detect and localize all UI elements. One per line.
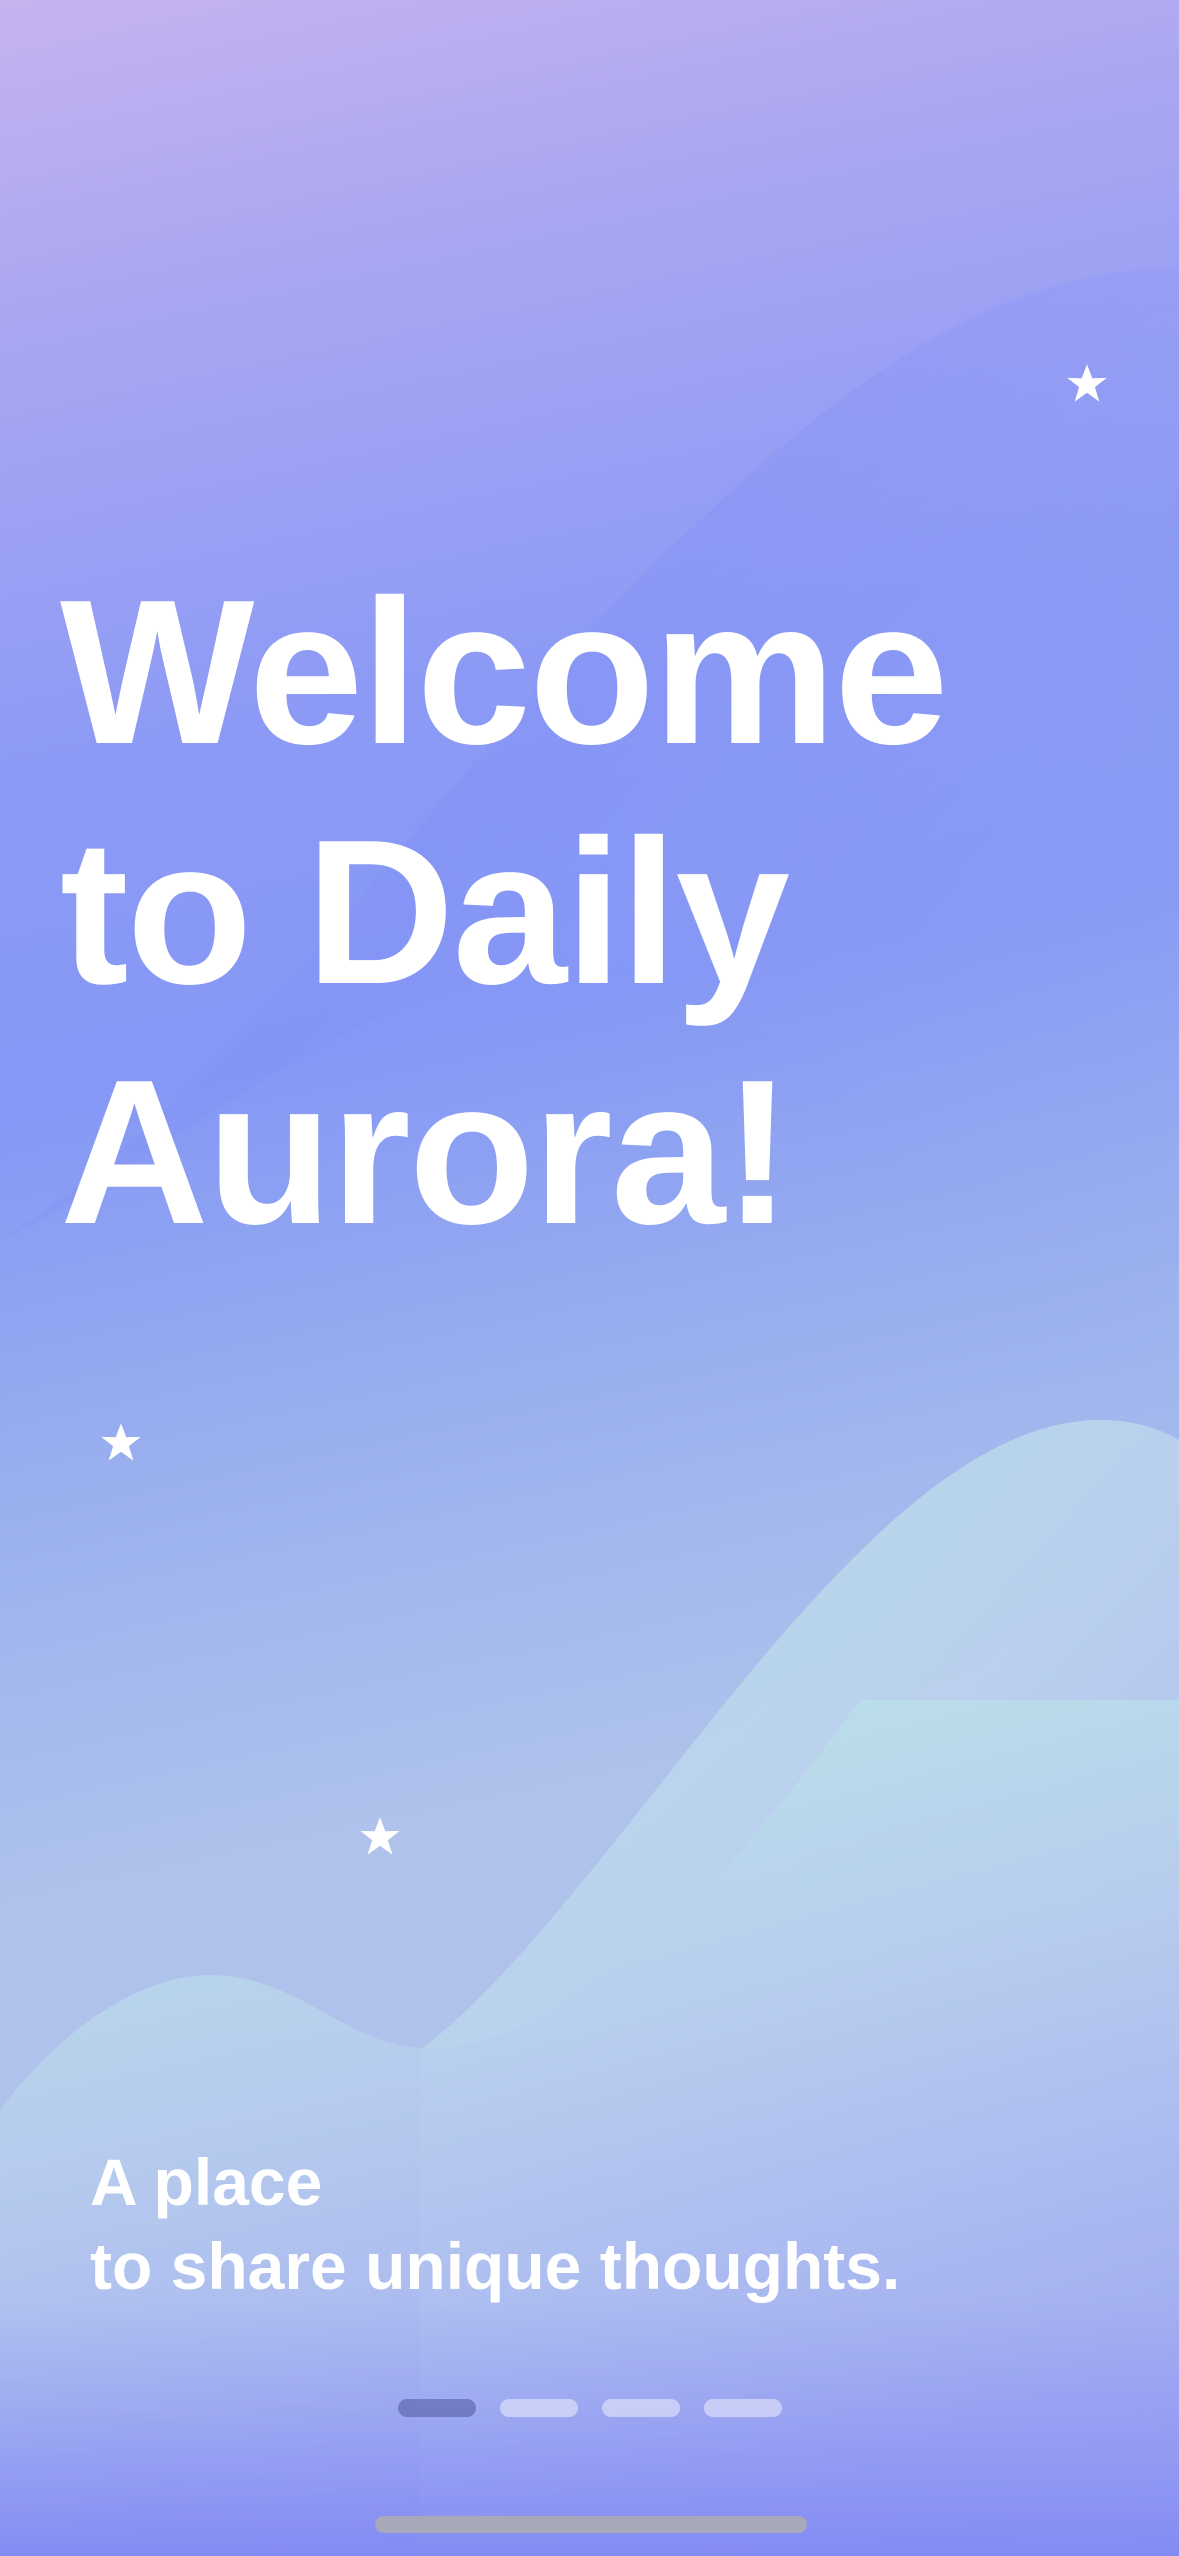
star-icon (360, 1817, 400, 1855)
headline-line-2: to Daily (60, 797, 790, 1027)
tagline-line-1: A place (90, 2145, 323, 2219)
tagline-line-2: to share unique thoughts. (90, 2229, 901, 2303)
star-icon (101, 1423, 141, 1461)
welcome-headline: Welcome to Daily Aurora! (60, 552, 949, 1272)
star-icon (1067, 364, 1107, 402)
onboarding-screen: Welcome to Daily Aurora! A place to shar… (0, 0, 1179, 2556)
page-indicator (398, 2399, 782, 2417)
home-indicator[interactable] (375, 2516, 807, 2533)
tagline: A place to share unique thoughts. (90, 2140, 900, 2308)
page-dot-4[interactable] (704, 2399, 782, 2417)
page-dot-2[interactable] (500, 2399, 578, 2417)
headline-line-3: Aurora! (60, 1037, 792, 1267)
page-dot-1[interactable] (398, 2399, 476, 2417)
page-dot-3[interactable] (602, 2399, 680, 2417)
headline-line-1: Welcome (60, 557, 949, 787)
